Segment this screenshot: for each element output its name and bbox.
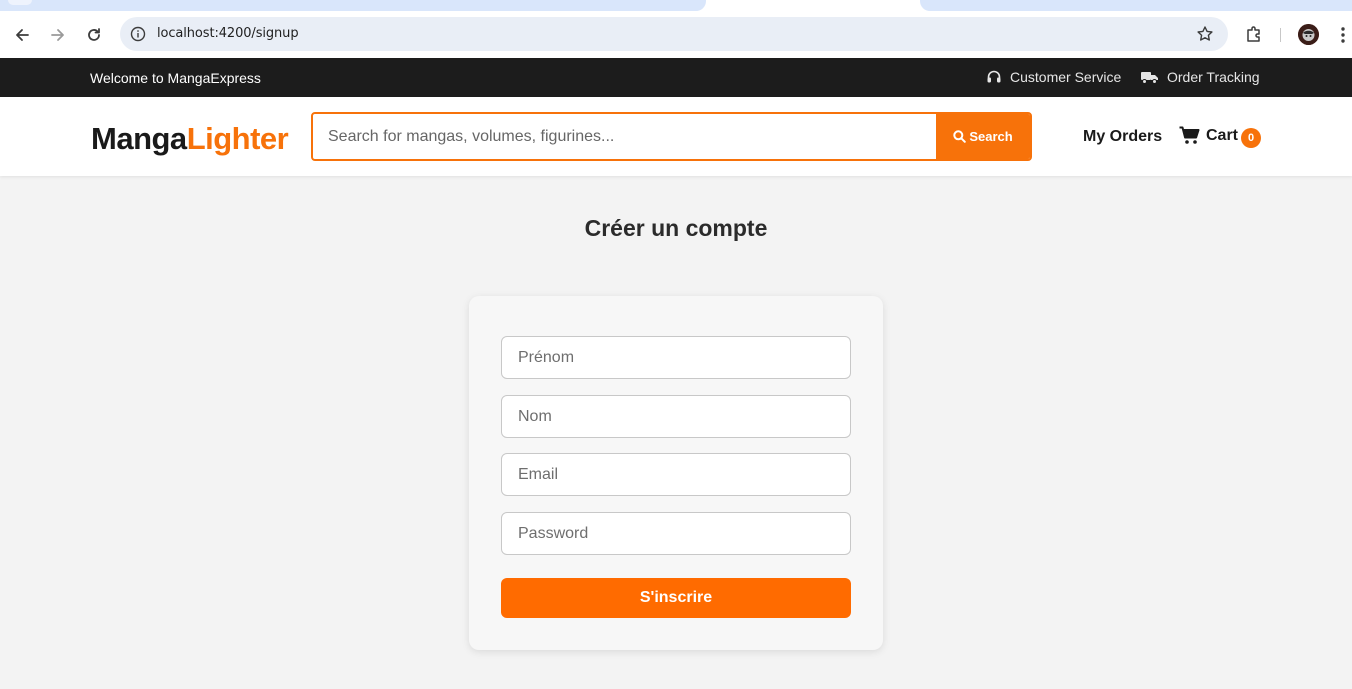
cart-count-badge: 0 <box>1241 128 1261 148</box>
search-button-label: Search <box>969 129 1013 144</box>
welcome-text: Welcome to MangaExpress <box>90 70 261 86</box>
my-orders-link[interactable]: My Orders <box>1083 128 1162 146</box>
search-input[interactable] <box>313 114 938 159</box>
toolbar-divider <box>1280 28 1281 42</box>
cart-icon <box>1179 126 1200 144</box>
extensions-icon[interactable] <box>1244 24 1264 44</box>
browser-tabstrip <box>0 0 1352 12</box>
browser-menu-icon[interactable] <box>1336 25 1350 45</box>
top-info-bar: Welcome to MangaExpress Customer Service… <box>0 58 1352 97</box>
cart-label: Cart <box>1206 126 1239 144</box>
browser-tab-inactive-right[interactable] <box>920 0 1352 11</box>
reload-icon[interactable] <box>81 22 107 48</box>
signup-form: S'inscrire <box>469 296 883 650</box>
browser-tab-inactive-left[interactable] <box>0 0 706 11</box>
bookmark-star-icon[interactable] <box>1196 25 1214 43</box>
url-text: localhost:4200/signup <box>157 26 299 41</box>
password-field[interactable] <box>501 512 851 555</box>
profile-avatar[interactable] <box>1298 24 1319 45</box>
truck-icon <box>1141 72 1158 84</box>
site-header: MangaLighter Search My Orders Cart 0 <box>0 97 1352 176</box>
forward-icon[interactable] <box>45 22 71 48</box>
search-icon <box>953 130 967 143</box>
back-icon[interactable] <box>9 22 35 48</box>
last-name-field[interactable] <box>501 395 851 438</box>
search-bar: Search <box>311 112 1032 161</box>
email-field[interactable] <box>501 453 851 496</box>
page-title: Créer un compte <box>584 215 768 241</box>
search-button[interactable]: Search <box>936 114 1030 159</box>
cart-link[interactable]: Cart <box>1179 126 1238 145</box>
order-tracking-link[interactable]: Order Tracking <box>1140 69 1260 85</box>
signup-submit-button[interactable]: S'inscrire <box>501 578 851 618</box>
first-name-field[interactable] <box>501 336 851 379</box>
logo-text-part2: Lighter <box>186 121 289 156</box>
site-logo[interactable]: MangaLighter <box>91 121 289 157</box>
site-info-icon[interactable] <box>130 26 146 42</box>
logo-text-part1: Manga <box>91 121 187 156</box>
headset-icon <box>987 70 1001 83</box>
order-tracking-label: Order Tracking <box>1167 69 1260 85</box>
customer-service-label: Customer Service <box>1010 69 1122 85</box>
address-bar[interactable]: localhost:4200/signup <box>120 17 1228 51</box>
customer-service-link[interactable]: Customer Service <box>986 69 1121 85</box>
browser-toolbar: localhost:4200/signup <box>0 12 1352 58</box>
